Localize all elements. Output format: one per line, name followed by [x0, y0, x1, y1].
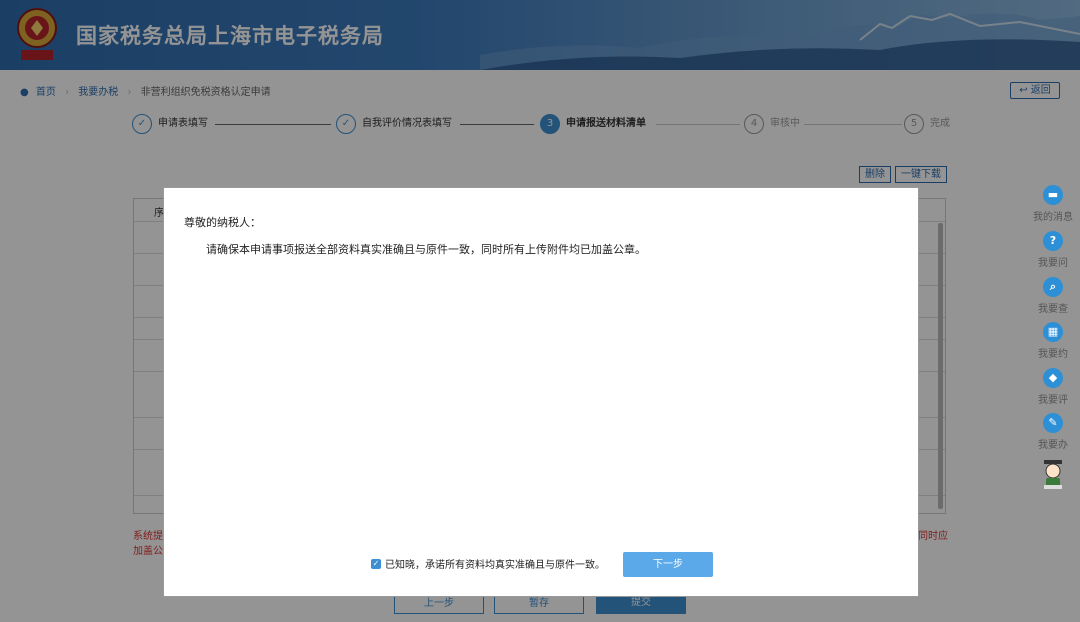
sidebar-item-appointment[interactable]: ▦ 我要约: [1030, 322, 1076, 360]
sidebar-label: 我要查: [1038, 304, 1068, 315]
acknowledge-checkbox[interactable]: ✓: [371, 559, 381, 569]
sidebar-label: 我要评: [1038, 395, 1068, 406]
message-icon: ▬: [1043, 185, 1063, 205]
sidebar-item-rate[interactable]: ◆ 我要评: [1030, 368, 1076, 406]
notice-dialog: 尊敬的纳税人： 请确保本申请事项报送全部资料真实准确且与原件一致，同时所有上传附…: [163, 187, 919, 597]
sidebar-label: 我要问: [1038, 258, 1068, 269]
edit-icon: ✎: [1043, 413, 1063, 433]
sidebar-item-query[interactable]: ⌕ 我要查: [1030, 277, 1076, 315]
assistant-avatar-icon: [1044, 460, 1062, 489]
sidebar-item-handle[interactable]: ✎ 我要办: [1030, 413, 1076, 451]
calendar-icon: ▦: [1043, 322, 1063, 342]
sidebar-label: 我的消息: [1033, 212, 1073, 223]
search-icon: ⌕: [1043, 277, 1063, 297]
sidebar-item-messages[interactable]: ▬ 我的消息: [1030, 185, 1076, 223]
question-icon: ?: [1043, 231, 1063, 251]
assistant-button[interactable]: [1030, 460, 1076, 494]
rate-icon: ◆: [1043, 368, 1063, 388]
sidebar-label: 我要办: [1038, 440, 1068, 451]
next-step-button[interactable]: 下一步: [623, 552, 713, 577]
acknowledge-label: 已知晓，承诺所有资料均真实准确且与原件一致。: [385, 560, 605, 571]
dialog-body-text: 请确保本申请事项报送全部资料真实准确且与原件一致，同时所有上传附件均已加盖公章。: [206, 243, 646, 256]
dialog-salutation: 尊敬的纳税人：: [184, 216, 261, 229]
sidebar-item-ask[interactable]: ? 我要问: [1030, 231, 1076, 269]
sidebar-label: 我要约: [1038, 349, 1068, 360]
acknowledge-checkbox-row[interactable]: ✓ 已知晓，承诺所有资料均真实准确且与原件一致。: [371, 559, 605, 573]
